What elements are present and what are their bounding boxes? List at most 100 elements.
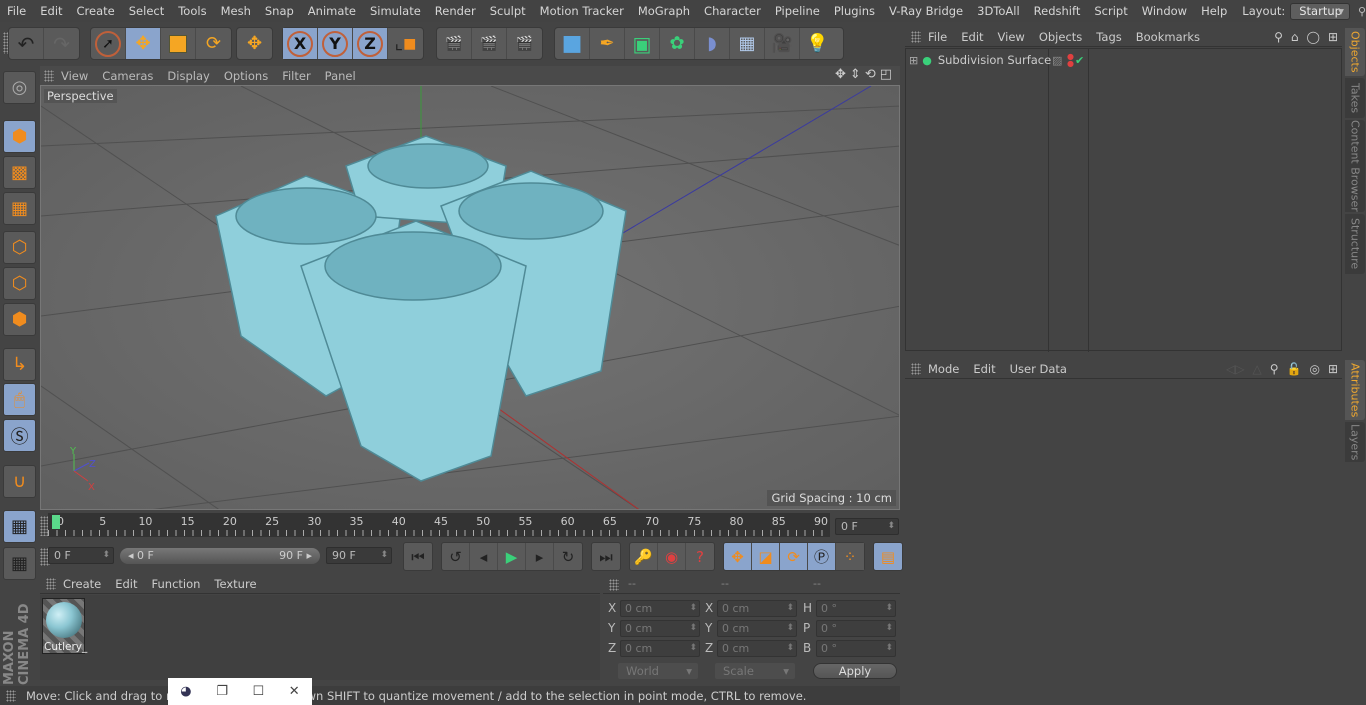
menu-sculpt[interactable]: Sculpt: [483, 4, 533, 18]
snap-icon[interactable]: Ⓢ: [3, 419, 36, 452]
menu-mesh[interactable]: Mesh: [214, 4, 258, 18]
menu-script[interactable]: Script: [1087, 4, 1134, 18]
material-menu-create[interactable]: Create: [56, 577, 108, 591]
objects-menu-file[interactable]: File: [921, 30, 954, 44]
goto-prev-key-icon[interactable]: ↺: [442, 543, 470, 570]
viewport-menu-options[interactable]: Options: [217, 69, 275, 83]
goto-next-key-icon[interactable]: ↻: [554, 543, 582, 570]
rot-b-field[interactable]: 0 °: [816, 640, 896, 657]
key-pla-icon[interactable]: ⁘: [836, 543, 864, 570]
scale-tool-icon[interactable]: [161, 28, 196, 59]
eye-icon[interactable]: ◯: [1307, 30, 1320, 44]
current-frame-field[interactable]: 0 F: [835, 518, 899, 535]
points-mode-icon[interactable]: ⬡: [3, 231, 36, 264]
viewport-menu-filter[interactable]: Filter: [275, 69, 317, 83]
attributes-search-icon[interactable]: ⚲: [1270, 362, 1279, 376]
menu-file[interactable]: File: [0, 4, 33, 18]
attributes-menu-edit[interactable]: Edit: [966, 362, 1002, 376]
maximize-icon[interactable]: ☐: [253, 684, 265, 699]
key-parameter-icon[interactable]: Ⓟ: [808, 543, 836, 570]
objects-menu-objects[interactable]: Objects: [1032, 30, 1089, 44]
size-y-field[interactable]: 0 cm: [717, 620, 797, 637]
select-tool-icon[interactable]: ➚: [91, 28, 126, 59]
new-panel-icon[interactable]: ⊞: [1328, 30, 1338, 44]
cube-icon[interactable]: ■: [555, 28, 590, 59]
key-scale-icon[interactable]: ◪: [752, 543, 780, 570]
z-axis-lock[interactable]: Z: [353, 28, 388, 59]
move-tool-icon[interactable]: ✥: [126, 28, 161, 59]
expand-icon[interactable]: ⊞: [909, 54, 918, 67]
render-settings-icon[interactable]: 🎬: [507, 28, 542, 59]
viewport-perspective[interactable]: Y Z X Perspective Grid Spacing : 10 cm: [40, 85, 900, 510]
deformer-icon[interactable]: ◗: [695, 28, 730, 59]
viewport-menu-panel[interactable]: Panel: [318, 69, 363, 83]
rotate-tool-icon[interactable]: ⟳: [196, 28, 231, 59]
menu-mograph[interactable]: MoGraph: [631, 4, 697, 18]
tab-structure[interactable]: Structure: [1345, 214, 1365, 274]
step-back-icon[interactable]: ◂: [470, 543, 498, 570]
menu-help[interactable]: Help: [1194, 4, 1234, 18]
menu-create[interactable]: Create: [70, 4, 122, 18]
object-row[interactable]: ⊞ ● Subdivision Surface ▨ ● ● ✔: [906, 51, 1343, 69]
menu-vray-bridge[interactable]: V-Ray Bridge: [882, 4, 970, 18]
size-mode-dropdown[interactable]: Scale: [715, 663, 795, 679]
attributes-menu-mode[interactable]: Mode: [921, 362, 966, 376]
menu-tools[interactable]: Tools: [171, 4, 213, 18]
objects-menu-view[interactable]: View: [991, 30, 1032, 44]
lock-icon[interactable]: 🔓: [1287, 362, 1302, 376]
orbit-icon[interactable]: ⟲: [865, 67, 876, 82]
pos-z-field[interactable]: 0 cm: [620, 640, 700, 657]
render-view-icon[interactable]: 🎬: [437, 28, 472, 59]
material-menu-texture[interactable]: Texture: [207, 577, 263, 591]
pan-icon[interactable]: ✥: [835, 67, 846, 82]
camera-label[interactable]: Perspective: [44, 89, 117, 103]
current-frame-marker[interactable]: [52, 515, 60, 529]
play-icon[interactable]: ▶: [498, 543, 526, 570]
apply-button[interactable]: Apply: [813, 663, 897, 679]
goto-start-icon[interactable]: ⏮: [404, 543, 432, 570]
rot-p-field[interactable]: 0 °: [816, 620, 896, 637]
rot-h-field[interactable]: 0 °: [816, 600, 896, 617]
start-frame-field[interactable]: 0 F: [48, 547, 114, 564]
menu-edit[interactable]: Edit: [33, 4, 69, 18]
attributes-menu-user-data[interactable]: User Data: [1003, 362, 1074, 376]
render-picture-viewer-icon[interactable]: 🎬: [472, 28, 507, 59]
goto-end-icon[interactable]: ⏭: [592, 543, 620, 570]
workplane-mode-icon[interactable]: ▦: [3, 192, 36, 225]
pos-y-field[interactable]: 0 cm: [620, 620, 700, 637]
viewport-grip[interactable]: [44, 69, 54, 82]
up-arrow-icon[interactable]: △: [1252, 362, 1261, 376]
x-axis-lock[interactable]: X: [283, 28, 318, 59]
step-forward-icon[interactable]: ▸: [526, 543, 554, 570]
attributes-grip[interactable]: [911, 362, 921, 375]
tab-attributes[interactable]: Attributes: [1345, 360, 1365, 420]
viewport-menu-display[interactable]: Display: [160, 69, 216, 83]
enabled-check-icon[interactable]: ✔: [1075, 54, 1084, 67]
material-swatch[interactable]: Cutlery_: [42, 598, 87, 654]
coordinate-system-icon[interactable]: ⌞ ■: [388, 28, 423, 59]
cloner-icon[interactable]: ✿: [660, 28, 695, 59]
redo-icon[interactable]: ↷: [44, 28, 79, 59]
restore-icon[interactable]: ❐: [216, 684, 228, 699]
texture-mode-icon[interactable]: ▩: [3, 156, 36, 189]
tab-objects[interactable]: Objects: [1345, 28, 1365, 76]
menu-window[interactable]: Window: [1135, 4, 1194, 18]
material-menu-edit[interactable]: Edit: [108, 577, 144, 591]
menu-render[interactable]: Render: [428, 4, 483, 18]
objects-menu-tags[interactable]: Tags: [1089, 30, 1128, 44]
maximize-view-icon[interactable]: ◰: [880, 67, 892, 82]
menu-simulate[interactable]: Simulate: [363, 4, 428, 18]
light-icon[interactable]: 💡: [800, 28, 835, 59]
pen-spline-icon[interactable]: ✒: [590, 28, 625, 59]
objects-grip[interactable]: [911, 30, 921, 43]
target-icon[interactable]: ◎: [1309, 362, 1319, 376]
menu-character[interactable]: Character: [697, 4, 768, 18]
autokey-icon[interactable]: ◉: [658, 543, 686, 570]
menu-animate[interactable]: Animate: [301, 4, 363, 18]
back-arrow-icon[interactable]: ◁▷: [1226, 362, 1244, 376]
viewport-menu-cameras[interactable]: Cameras: [95, 69, 160, 83]
workplane-lock-icon[interactable]: ▦: [3, 510, 36, 543]
workplane-icon[interactable]: ▦: [3, 547, 36, 580]
layout-select[interactable]: Startup: [1290, 2, 1350, 20]
floor-icon[interactable]: ▦: [730, 28, 765, 59]
